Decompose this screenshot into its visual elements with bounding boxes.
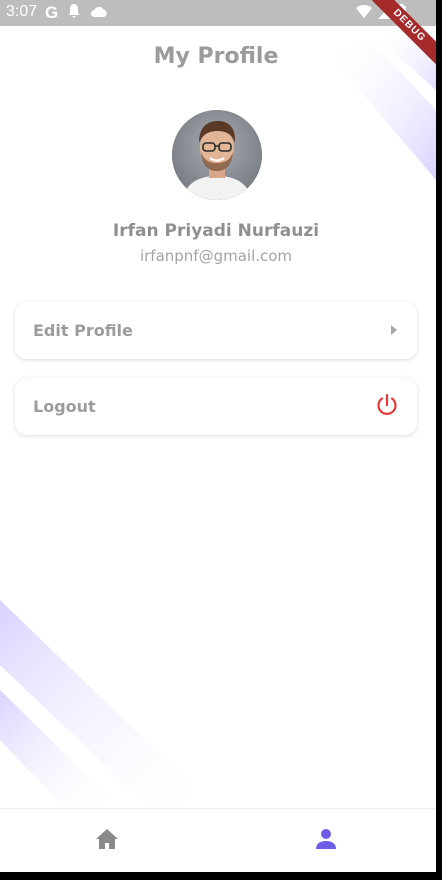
- avatar: [172, 110, 262, 200]
- person-icon: [315, 828, 337, 854]
- home-icon: [95, 828, 119, 854]
- status-time: 3:07: [6, 3, 38, 20]
- nav-home-button[interactable]: [92, 827, 122, 855]
- nav-profile-button[interactable]: [311, 827, 341, 855]
- wifi-icon: [356, 4, 372, 23]
- google-icon: G: [45, 3, 59, 22]
- notification-bell-icon: [67, 3, 81, 23]
- profile-email: irfanpnf@gmail.com: [139, 247, 293, 265]
- logout-button[interactable]: Logout: [15, 378, 417, 435]
- profile-name: Irfan Priyadi Nurfauzi: [112, 221, 320, 241]
- logout-label: Logout: [33, 397, 96, 416]
- device-edge-bottom: [0, 872, 442, 880]
- status-bar: 3:07 G: [0, 0, 436, 26]
- power-icon: [375, 393, 399, 421]
- page-title: My Profile: [153, 44, 279, 69]
- stripe-bottom-thin: [0, 690, 120, 808]
- bottom-navigation: [0, 808, 436, 872]
- cloud-icon: [90, 4, 108, 23]
- stripe-bottom-wide: [0, 600, 215, 808]
- edit-profile-button[interactable]: Edit Profile: [15, 302, 417, 359]
- chevron-right-icon: [389, 321, 399, 340]
- app-screen: 3:07 G DEBUG My Profile Irfan Priyadi Nu…: [0, 0, 436, 872]
- profile-photo: [172, 110, 262, 200]
- edit-profile-label: Edit Profile: [33, 321, 133, 340]
- status-left-icons: G: [45, 3, 108, 23]
- device-edge-right: [436, 0, 442, 880]
